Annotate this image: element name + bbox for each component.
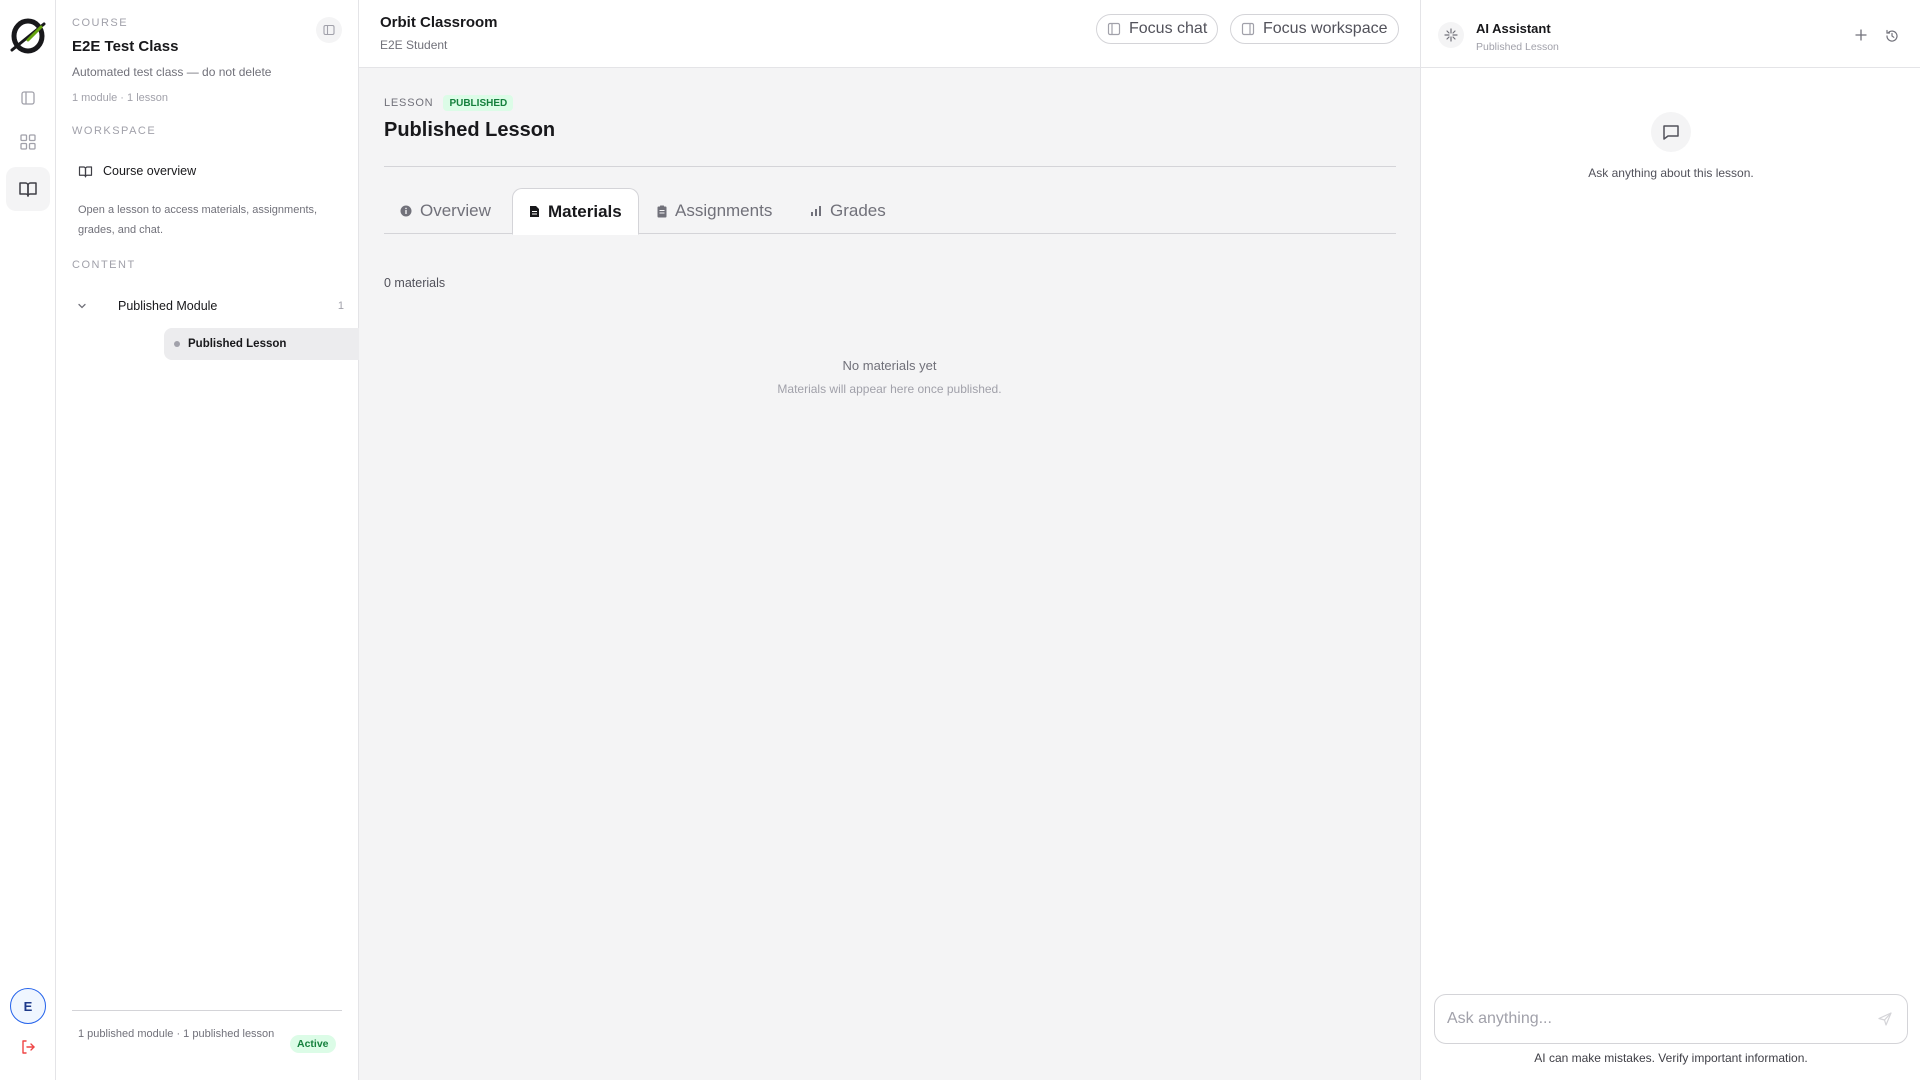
course-title: E2E Test Class (72, 38, 179, 55)
send-icon[interactable] (1875, 1009, 1895, 1029)
lesson-tabs: Overview Materials Assignments Grades (384, 188, 1396, 235)
focus-workspace-label: Focus workspace (1263, 20, 1388, 37)
focus-workspace-button[interactable]: Focus workspace (1230, 14, 1399, 44)
module-lesson-count: 1 (337, 300, 344, 312)
page-title: Published Lesson (384, 119, 556, 141)
main-header: Orbit Classroom E2E Student Focus chat F… (359, 0, 1420, 68)
footer-summary: 1 published module · 1 published lesson (78, 1028, 275, 1040)
tab-materials[interactable]: Materials (512, 188, 639, 235)
info-icon (400, 205, 412, 217)
new-chat-icon[interactable] (1853, 27, 1869, 43)
ai-header: AI Assistant Published Lesson (1421, 0, 1920, 68)
content-eyebrow: CONTENT (72, 259, 136, 271)
grid-icon[interactable] (6, 120, 50, 164)
collapse-sidebar-button[interactable] (316, 17, 342, 43)
tab-label: Grades (830, 201, 886, 220)
course-meta: 1 module · 1 lesson (72, 92, 168, 104)
app-title: Orbit Classroom (380, 14, 498, 31)
module-name: Published Module (118, 299, 218, 313)
chat-bubble-icon (1651, 112, 1691, 152)
tab-label: Assignments (675, 201, 773, 220)
course-sidebar: COURSE E2E Test Class Automated test cla… (56, 0, 394, 1080)
ai-disclaimer: AI can make mistakes. Verify important i… (1534, 1051, 1808, 1065)
ai-context: Published Lesson (1476, 41, 1559, 53)
lesson-dot-icon (174, 341, 180, 347)
book-open-icon (78, 164, 93, 179)
lesson-name: Published Lesson (188, 338, 287, 350)
logout-icon[interactable] (16, 1035, 40, 1059)
tab-assignments[interactable]: Assignments (657, 188, 772, 234)
published-badge: PUBLISHED (443, 95, 514, 111)
tab-grades[interactable]: Grades (810, 188, 886, 234)
course-overview-link[interactable]: Course overview (66, 156, 346, 186)
orbit-logo-icon[interactable] (8, 16, 48, 56)
status-badge: Active (290, 1035, 336, 1053)
tab-label: Materials (548, 201, 622, 221)
panel-icon[interactable] (6, 76, 50, 120)
sparkle-icon (1438, 22, 1464, 48)
focus-chat-label: Focus chat (1129, 20, 1208, 37)
tab-overview[interactable]: Overview (400, 188, 491, 234)
clipboard-icon (657, 205, 667, 218)
file-icon (529, 205, 540, 218)
empty-state-subtitle: Materials will appear here once publishe… (777, 382, 1002, 396)
history-icon[interactable] (1884, 28, 1900, 44)
module-item[interactable]: Published Module 1 (76, 294, 346, 318)
panel-icon (1241, 22, 1255, 36)
tab-label: Overview (420, 201, 491, 220)
main-workspace: Orbit Classroom E2E Student Focus chat F… (359, 0, 1420, 1080)
lesson-label: LESSON (384, 97, 434, 109)
focus-chat-button[interactable]: Focus chat (1096, 14, 1219, 44)
chat-input-box[interactable] (1434, 994, 1908, 1044)
avatar[interactable]: E (10, 988, 46, 1024)
title-divider (384, 166, 1396, 167)
course-overview-label: Course overview (103, 164, 197, 178)
workspace-eyebrow: WORKSPACE (72, 125, 157, 137)
bar-chart-icon (810, 205, 822, 217)
materials-count: 0 materials (384, 276, 446, 290)
ai-title: AI Assistant (1476, 21, 1551, 36)
lesson-eyebrow: LESSON PUBLISHED (384, 95, 514, 111)
course-eyebrow: COURSE (72, 17, 129, 29)
chat-input[interactable] (1447, 1010, 1875, 1028)
empty-state-title: No materials yet (842, 358, 937, 373)
ai-empty-text: Ask anything about this lesson. (1588, 166, 1754, 180)
chevron-down-icon[interactable] (76, 300, 90, 312)
book-open-icon[interactable] (6, 167, 50, 211)
footer-divider (72, 1010, 342, 1011)
panel-icon (1107, 22, 1121, 36)
icon-rail: E (0, 0, 56, 1080)
user-role: E2E Student (380, 38, 448, 52)
sidebar-hint: Open a lesson to access materials, assig… (78, 204, 318, 236)
ai-assistant-panel: AI Assistant Published Lesson Ask anythi… (1420, 0, 1920, 1080)
course-description: Automated test class — do not delete (72, 65, 272, 79)
